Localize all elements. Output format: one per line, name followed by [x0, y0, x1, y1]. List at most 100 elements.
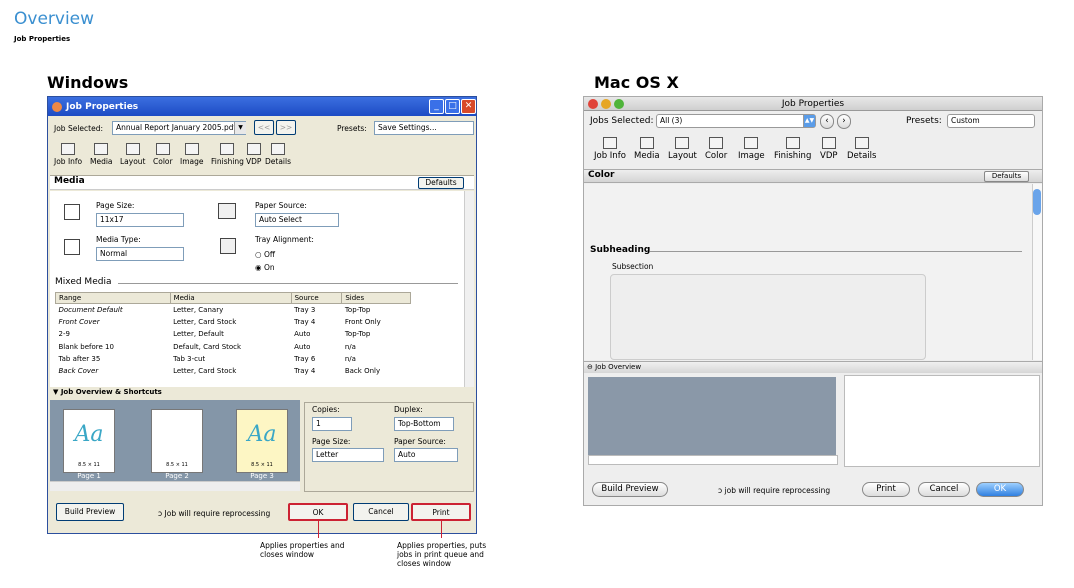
maximize-icon[interactable]: □ [445, 99, 460, 114]
cancel-button[interactable]: Cancel [353, 503, 409, 521]
short-page-size-dropdown[interactable]: Letter [312, 448, 384, 462]
cancel-button[interactable]: Cancel [918, 482, 970, 497]
table-cell: Back Cover [58, 367, 99, 376]
thumbnails-scrollbar[interactable] [50, 481, 300, 491]
prev-job-button[interactable]: << [254, 120, 274, 135]
page-size-label: Page Size: [96, 201, 135, 210]
tray-on-radio[interactable]: ◉ On [255, 263, 275, 272]
column-header[interactable]: Range [55, 292, 171, 304]
toolbar-media[interactable]: Media [90, 143, 113, 166]
mac-titlebar[interactable]: Job Properties [584, 97, 1042, 111]
toolbar-details[interactable]: Details [265, 143, 291, 166]
page-size-dropdown[interactable]: 11x17 [96, 213, 184, 227]
table-row[interactable]: Document Default Letter, Canary Tray 3 Top-… [56, 304, 411, 316]
toolbar-media[interactable]: Media [634, 137, 660, 161]
overview-title: Job Overview [595, 363, 642, 371]
windows-titlebar[interactable]: Job Properties [48, 97, 476, 116]
toolbar-image[interactable]: Image [180, 143, 204, 166]
ok-button[interactable]: OK [288, 503, 348, 521]
finishing-icon [785, 137, 800, 149]
toolbar-layout[interactable]: Layout [668, 137, 697, 161]
table-cell: Back Only [344, 367, 381, 376]
toolbar-layout[interactable]: Layout [120, 143, 146, 166]
column-header[interactable]: Source [290, 292, 343, 304]
toolbar-job-info[interactable]: Job Info [594, 137, 626, 161]
toolbar-vdp[interactable]: VDP [246, 143, 261, 166]
table-row[interactable]: Front Cover Letter, Card Stock Tray 4 Front… [56, 316, 411, 328]
toolbar-details[interactable]: Details [847, 137, 876, 161]
next-job-button[interactable]: › [837, 114, 851, 129]
next-job-button[interactable]: >> [276, 120, 296, 135]
mac-thumbnails-scrollbar[interactable] [588, 455, 838, 465]
presets-label: Presets: [337, 124, 367, 133]
reprocess-note: ↄ job will require reprocessing [718, 486, 831, 495]
overview-bar[interactable]: ▼ Job Overview & Shortcuts [50, 388, 474, 399]
job-selected-dropdown[interactable]: Annual Report January 2005.pdf [112, 121, 246, 135]
reprocess-text: Job will require reprocessing [164, 509, 271, 518]
image-icon [744, 137, 759, 149]
table-cell: Default, Card Stock [173, 342, 242, 351]
overview-bar[interactable]: ⊖ Job Overview [584, 361, 1042, 373]
media-scrollbar[interactable] [464, 191, 474, 387]
short-page-size-value: Letter [316, 450, 339, 459]
presets-dropdown[interactable]: Save Settings... [374, 121, 474, 135]
duplex-dropdown[interactable]: Top-Bottom [394, 417, 454, 431]
short-paper-source-dropdown[interactable]: Auto [394, 448, 458, 462]
toolbar-finishing[interactable]: Finishing [774, 137, 811, 161]
paper-source-dropdown[interactable]: Auto Select [255, 213, 339, 227]
build-preview-button[interactable]: Build Preview [592, 482, 668, 497]
zoom-icon[interactable] [614, 99, 624, 109]
column-header[interactable]: Media [169, 292, 292, 304]
table-cell: Tray 3 [294, 305, 316, 314]
column-header[interactable]: Sides [341, 292, 411, 304]
print-button[interactable]: Print [411, 503, 471, 521]
close-icon[interactable]: ✕ [461, 99, 476, 114]
table-cell: Tray 4 [294, 317, 316, 326]
page-size-text: 8.5 × 11 [166, 462, 188, 468]
table-row[interactable]: Blank before 10 Default, Card Stock Auto n/… [56, 340, 411, 352]
table-cell: Letter, Card Stock [173, 367, 237, 376]
toolbar-image[interactable]: Image [738, 137, 765, 161]
minimize-icon[interactable]: _ [429, 99, 444, 114]
build-preview-button[interactable]: Build Preview [56, 503, 124, 521]
print-callout-line [441, 521, 442, 538]
page-glyph: Aa [74, 422, 104, 447]
section-title: Color [584, 169, 1042, 183]
job-selected-value: Annual Report January 2005.pdf [116, 123, 237, 132]
page-thumbnail[interactable]: Aa 8.5 × 11 [63, 409, 115, 473]
page-size-text: 8.5 × 11 [78, 462, 100, 468]
table-row[interactable]: Tab after 35 Tab 3-cut Tray 6 n/a [56, 353, 411, 365]
tray-off-label: Off [263, 250, 276, 259]
chevron-down-icon[interactable]: ▲▼ [803, 115, 815, 127]
toolbar-color[interactable]: Color [153, 143, 173, 166]
media-type-dropdown[interactable]: Normal [96, 247, 184, 261]
copies-stepper[interactable]: 1 [312, 417, 352, 431]
prev-job-button[interactable]: ‹ [820, 114, 834, 129]
mac-scroll-thumb[interactable] [1033, 189, 1041, 215]
table-cell: Tray 6 [294, 354, 316, 363]
table-row[interactable]: Back Cover Letter, Card Stock Tray 4 Back O… [56, 365, 411, 377]
toolbar-vdp[interactable]: VDP [820, 137, 838, 161]
page-thumbnail[interactable]: Aa 8.5 × 11 [236, 409, 288, 473]
page-thumbnail[interactable]: 8.5 × 11 [151, 409, 203, 473]
copies-value: 1 [316, 419, 321, 428]
close-icon[interactable] [588, 99, 598, 109]
minimize-icon[interactable] [601, 99, 611, 109]
toolbar-finishing[interactable]: Finishing [211, 143, 244, 166]
chevron-down-icon[interactable]: ▼ [234, 122, 246, 134]
presets-dropdown[interactable]: Custom [947, 114, 1035, 128]
tray-off-radio[interactable]: ○ Off [255, 250, 275, 259]
print-button[interactable]: Print [862, 482, 910, 497]
defaults-button[interactable]: Defaults [984, 171, 1029, 182]
ok-button[interactable]: OK [976, 482, 1024, 497]
page-size-text: 8.5 × 11 [251, 462, 273, 468]
table-row[interactable]: 2-9 Letter, Default Auto Top-Top [56, 328, 411, 340]
jobs-selected-dropdown[interactable]: All (3) [656, 114, 816, 128]
defaults-button[interactable]: Defaults [418, 177, 464, 189]
toolbar-color[interactable]: Color [705, 137, 727, 161]
finishing-icon [220, 143, 235, 155]
paper-source-label: Paper Source: [255, 201, 307, 210]
page-glyph: Aa [247, 422, 277, 447]
layout-icon [125, 143, 140, 155]
toolbar-job-info[interactable]: Job Info [54, 143, 82, 166]
